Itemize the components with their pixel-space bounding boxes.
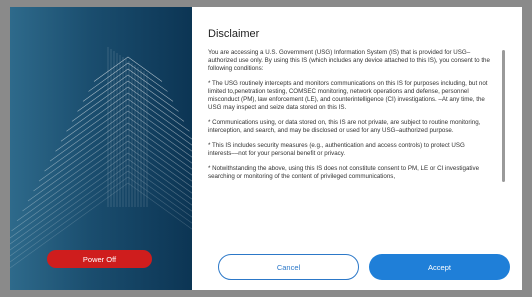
dialog-title: Disclaimer [208, 28, 260, 40]
disclaimer-paragraph: You are accessing a U.S. Government (USG… [208, 49, 490, 72]
disclaimer-paragraph: * Communications using, or data stored o… [208, 119, 481, 134]
scrollbar[interactable] [502, 47, 506, 235]
disclaimer-paragraph: * The USG routinely intercepts and monit… [208, 80, 488, 111]
login-frame: Power Off Disclaimer You are accessing a… [10, 7, 522, 290]
accept-button[interactable]: Accept [369, 254, 510, 280]
decorative-chevrons [10, 47, 192, 269]
power-off-button[interactable]: Power Off [47, 250, 152, 268]
disclaimer-paragraph: * This IS includes security measures (e.… [208, 142, 465, 157]
scrollbar-thumb[interactable] [502, 50, 505, 182]
cancel-button[interactable]: Cancel [218, 254, 359, 280]
disclaimer-text: You are accessing a U.S. Government (USG… [208, 49, 496, 234]
disclaimer-paragraph: * Notwithstanding the above, using this … [208, 165, 480, 180]
brand-panel: Power Off [10, 7, 192, 290]
